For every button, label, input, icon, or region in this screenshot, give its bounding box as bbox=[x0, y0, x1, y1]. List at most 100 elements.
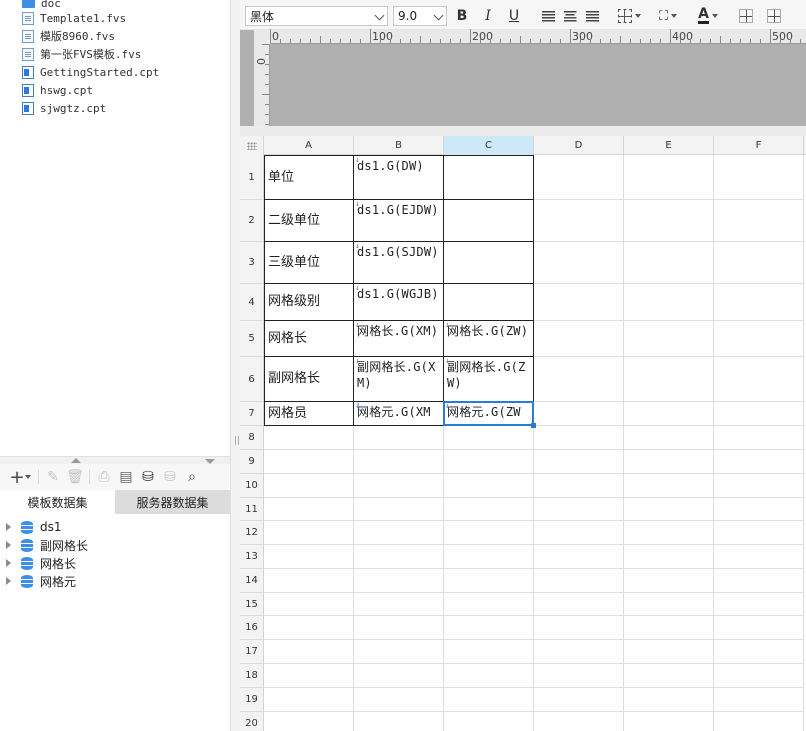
cell-c15[interactable] bbox=[444, 593, 534, 616]
cell-b18[interactable] bbox=[354, 664, 444, 688]
cell-b3[interactable]: ↓ ds1.G(SJDW) bbox=[354, 242, 444, 284]
cell-f1[interactable] bbox=[714, 155, 804, 200]
cell-a4[interactable]: 网格级别 bbox=[264, 284, 354, 321]
cell-e14[interactable] bbox=[624, 569, 714, 593]
cell-a14[interactable] bbox=[264, 569, 354, 593]
row-header-11[interactable]: 11 bbox=[240, 498, 263, 521]
cell-e11[interactable] bbox=[624, 498, 714, 521]
row-header-14[interactable]: 14 bbox=[240, 569, 263, 593]
row-header-19[interactable]: 19 bbox=[240, 688, 263, 712]
fill-handle[interactable] bbox=[531, 423, 536, 428]
cell-b5[interactable]: ↓ 网格长.G(XM) bbox=[354, 321, 444, 357]
row-header-10[interactable]: 10 bbox=[240, 474, 263, 498]
cell-f2[interactable] bbox=[714, 200, 804, 242]
cell-a10[interactable] bbox=[264, 474, 354, 498]
expand-caret-icon[interactable] bbox=[6, 577, 11, 585]
database-icon[interactable]: ⛁ bbox=[137, 467, 159, 487]
cell-e17[interactable] bbox=[624, 640, 714, 664]
file-item-gettingstarted[interactable]: GettingStarted.cpt bbox=[22, 63, 159, 81]
font-color-button[interactable]: A bbox=[692, 6, 724, 26]
cell-a15[interactable] bbox=[264, 593, 354, 616]
cell-d20[interactable] bbox=[534, 712, 624, 731]
cell-a20[interactable] bbox=[264, 712, 354, 731]
cell-a17[interactable] bbox=[264, 640, 354, 664]
cell-a1[interactable]: 单位 bbox=[264, 155, 354, 200]
cell-b12[interactable] bbox=[354, 521, 444, 545]
cell-f17[interactable] bbox=[714, 640, 804, 664]
cell-f12[interactable] bbox=[714, 521, 804, 545]
cell-b2[interactable]: ↓ ds1.G(EJDW) bbox=[354, 200, 444, 242]
cell-d11[interactable] bbox=[534, 498, 624, 521]
cell-e5[interactable] bbox=[624, 321, 714, 357]
cell-e10[interactable] bbox=[624, 474, 714, 498]
cell-d8[interactable] bbox=[534, 426, 624, 450]
cell-b1[interactable]: ↓ ds1.G(DW) bbox=[354, 155, 444, 200]
cell-e13[interactable] bbox=[624, 545, 714, 569]
cell-b19[interactable] bbox=[354, 688, 444, 712]
cell-c3[interactable] bbox=[444, 242, 534, 284]
row-header-15[interactable]: 15 bbox=[240, 593, 263, 616]
file-item-template1[interactable]: Template1.fvs bbox=[22, 9, 126, 27]
cell-d10[interactable] bbox=[534, 474, 624, 498]
cell-d19[interactable] bbox=[534, 688, 624, 712]
split-cells-button[interactable] bbox=[764, 6, 784, 26]
cell-c8[interactable] bbox=[444, 426, 534, 450]
row-header-9[interactable]: 9 bbox=[240, 450, 263, 474]
cell-a18[interactable] bbox=[264, 664, 354, 688]
cell-f18[interactable] bbox=[714, 664, 804, 688]
cell-f6[interactable] bbox=[714, 357, 804, 402]
cell-d9[interactable] bbox=[534, 450, 624, 474]
cell-c10[interactable] bbox=[444, 474, 534, 498]
cell-c13[interactable] bbox=[444, 545, 534, 569]
cell-a2[interactable]: 二级单位 bbox=[264, 200, 354, 242]
cell-c6[interactable]: ↓ 副网格长.G(ZW) bbox=[444, 357, 534, 402]
cell-e4[interactable] bbox=[624, 284, 714, 321]
cell-c2[interactable] bbox=[444, 200, 534, 242]
cell-c14[interactable] bbox=[444, 569, 534, 593]
cell-e3[interactable] bbox=[624, 242, 714, 284]
row-header-12[interactable]: 12 bbox=[240, 521, 263, 545]
cell-d17[interactable] bbox=[534, 640, 624, 664]
cell-f7[interactable] bbox=[714, 402, 804, 426]
cell-b17[interactable] bbox=[354, 640, 444, 664]
cell-c19[interactable] bbox=[444, 688, 534, 712]
tab-server-datasets[interactable]: 服务器数据集 bbox=[115, 490, 230, 514]
dataset-item-grid-member[interactable]: 网格元 bbox=[0, 572, 230, 590]
cell-a9[interactable] bbox=[264, 450, 354, 474]
dataset-item-ds1[interactable]: ds1 bbox=[0, 518, 230, 536]
file-item-hswg[interactable]: hswg.cpt bbox=[22, 81, 93, 99]
search-icon[interactable]: ⌕ bbox=[181, 467, 203, 487]
column-header-a[interactable]: A bbox=[264, 136, 354, 155]
tab-template-datasets[interactable]: 模板数据集 bbox=[0, 490, 115, 514]
preview-icon[interactable]: ⎙ bbox=[93, 467, 115, 487]
cell-f4[interactable] bbox=[714, 284, 804, 321]
cell-b20[interactable] bbox=[354, 712, 444, 731]
cell-a7[interactable]: 网格员 bbox=[264, 402, 354, 426]
collapse-up-icon[interactable] bbox=[71, 458, 81, 463]
cell-f14[interactable] bbox=[714, 569, 804, 593]
cell-e15[interactable] bbox=[624, 593, 714, 616]
cell-f5[interactable] bbox=[714, 321, 804, 357]
cell-a3[interactable]: 三级单位 bbox=[264, 242, 354, 284]
column-header-b[interactable]: B bbox=[354, 136, 444, 155]
cell-e16[interactable] bbox=[624, 616, 714, 640]
cell-a19[interactable] bbox=[264, 688, 354, 712]
cell-c1[interactable] bbox=[444, 155, 534, 200]
cell-b4[interactable]: ↓ ds1.G(WGJB) bbox=[354, 284, 444, 321]
expand-caret-icon[interactable] bbox=[6, 523, 11, 531]
cell-e2[interactable] bbox=[624, 200, 714, 242]
database-disabled-icon[interactable]: ⛁ bbox=[159, 467, 181, 487]
cell-f3[interactable] bbox=[714, 242, 804, 284]
cell-b13[interactable] bbox=[354, 545, 444, 569]
row-header-1[interactable]: 1 bbox=[240, 155, 263, 200]
cell-a11[interactable] bbox=[264, 498, 354, 521]
row-header-5[interactable]: 5 bbox=[240, 321, 263, 357]
dataset-item-grid-leader[interactable]: 网格长 bbox=[0, 554, 230, 572]
cell-b11[interactable] bbox=[354, 498, 444, 521]
add-dropdown-chevron-icon[interactable] bbox=[25, 475, 31, 479]
cell-f16[interactable] bbox=[714, 616, 804, 640]
cell-d15[interactable] bbox=[534, 593, 624, 616]
column-header-e[interactable]: E bbox=[624, 136, 714, 155]
dataset-item-deputy-grid-leader[interactable]: 副网格长 bbox=[0, 536, 230, 554]
cell-a16[interactable] bbox=[264, 616, 354, 640]
